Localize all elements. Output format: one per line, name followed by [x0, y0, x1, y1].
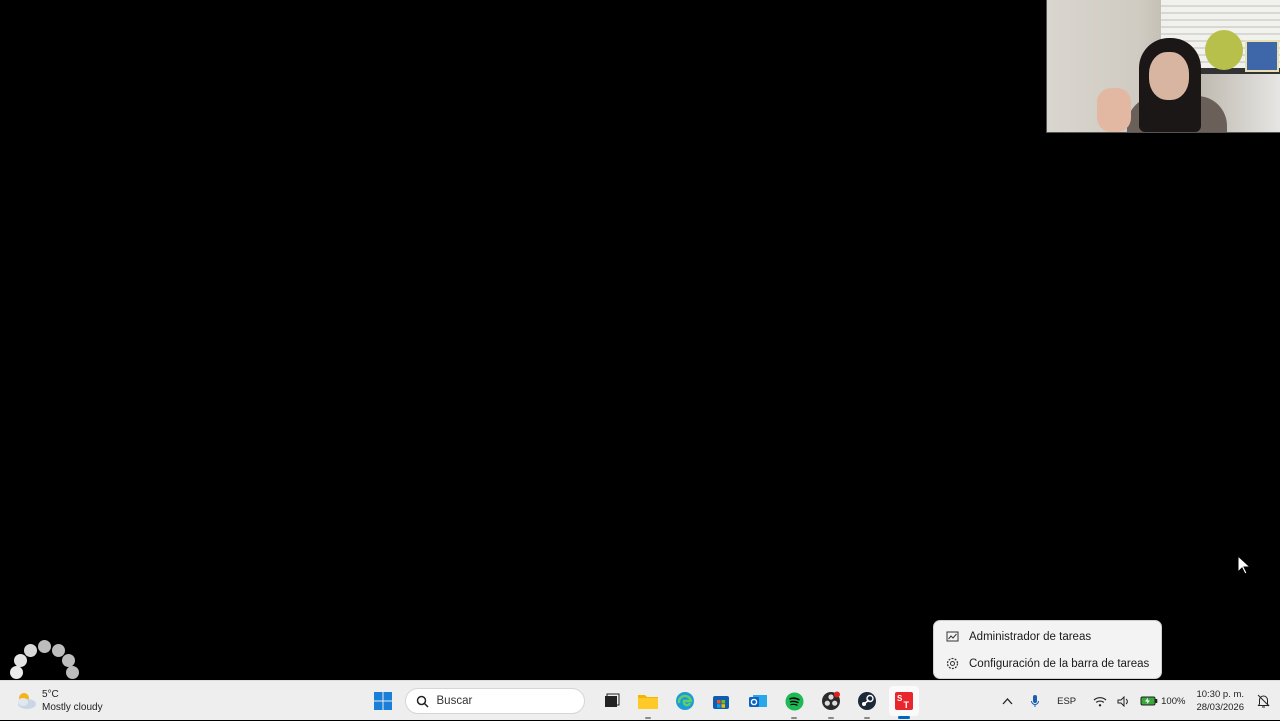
system-tray: ESP 100% 10:30 p. m. 28/03/2026 [997, 681, 1280, 721]
network-button[interactable] [1093, 696, 1107, 707]
search-icon [416, 695, 429, 708]
file-explorer-icon [638, 695, 658, 709]
store-button[interactable] [706, 686, 736, 716]
gear-icon [946, 657, 959, 670]
spotify-button[interactable] [779, 686, 809, 719]
start-icon [374, 692, 392, 710]
obs-button[interactable] [816, 686, 846, 719]
battery-charging-icon [1140, 696, 1158, 706]
spotify-icon [785, 692, 803, 710]
menu-item-label: Administrador de tareas [969, 630, 1092, 643]
menu-item-taskbar-settings[interactable]: Configuración de la barra de tareas [934, 650, 1161, 677]
battery-percentage: 100% [1161, 695, 1186, 707]
task-manager-icon [946, 630, 959, 643]
menu-item-task-manager[interactable]: Administrador de tareas [934, 623, 1161, 650]
weather-widget[interactable]: 5°C Mostly cloudy [14, 687, 103, 715]
task-view-button[interactable] [597, 686, 627, 716]
mouse-cursor-icon [1237, 555, 1252, 575]
steam-button[interactable] [852, 686, 882, 719]
notification-bell-icon [1257, 694, 1270, 708]
webcam-overlay [1046, 0, 1280, 133]
weather-temperature: 5°C [42, 689, 59, 700]
notifications-button[interactable] [1257, 694, 1270, 708]
clock[interactable]: 10:30 p. m. 28/03/2026 [1196, 688, 1244, 714]
start-button[interactable] [368, 686, 398, 716]
svg-text:S: S [897, 694, 903, 703]
obs-icon [821, 691, 840, 710]
cloud-sun-icon [14, 690, 38, 712]
outlook-button[interactable] [743, 686, 773, 716]
show-hidden-icons-button[interactable] [1002, 697, 1013, 705]
search-placeholder: Buscar [436, 695, 473, 707]
clock-time: 10:30 p. m. [1196, 689, 1244, 700]
menu-item-label: Configuración de la barra de tareas [969, 657, 1150, 670]
task-view-icon [604, 693, 619, 707]
loading-spinner-icon [10, 640, 80, 680]
search-box[interactable]: Buscar [404, 688, 585, 714]
microphone-icon [1031, 695, 1040, 707]
st-app-button[interactable]: ST [888, 686, 919, 719]
taskbar-context-menu: Administrador de tareas Configuración de… [933, 620, 1162, 679]
edge-icon [675, 692, 694, 710]
edge-button[interactable] [670, 686, 700, 716]
microphone-button[interactable] [1030, 694, 1040, 708]
taskbar: 5°C Mostly cloudy Buscar S T ESP 100% 10… [0, 680, 1280, 720]
outlook-icon [748, 695, 767, 707]
battery-button[interactable]: 100% [1140, 696, 1185, 707]
steam-icon [858, 692, 876, 710]
weather-condition: Mostly cloudy [42, 702, 103, 713]
store-icon [713, 696, 729, 709]
speaker-icon [1117, 695, 1128, 707]
language-indicator[interactable]: ESP [1057, 696, 1076, 707]
file-explorer-button[interactable] [633, 686, 663, 719]
svg-text:T: T [903, 700, 909, 710]
clock-date: 28/03/2026 [1196, 702, 1244, 713]
volume-button[interactable] [1117, 695, 1130, 707]
st-app-icon: ST [894, 692, 913, 710]
wifi-icon [1093, 696, 1107, 706]
chevron-up-icon [1002, 698, 1013, 705]
